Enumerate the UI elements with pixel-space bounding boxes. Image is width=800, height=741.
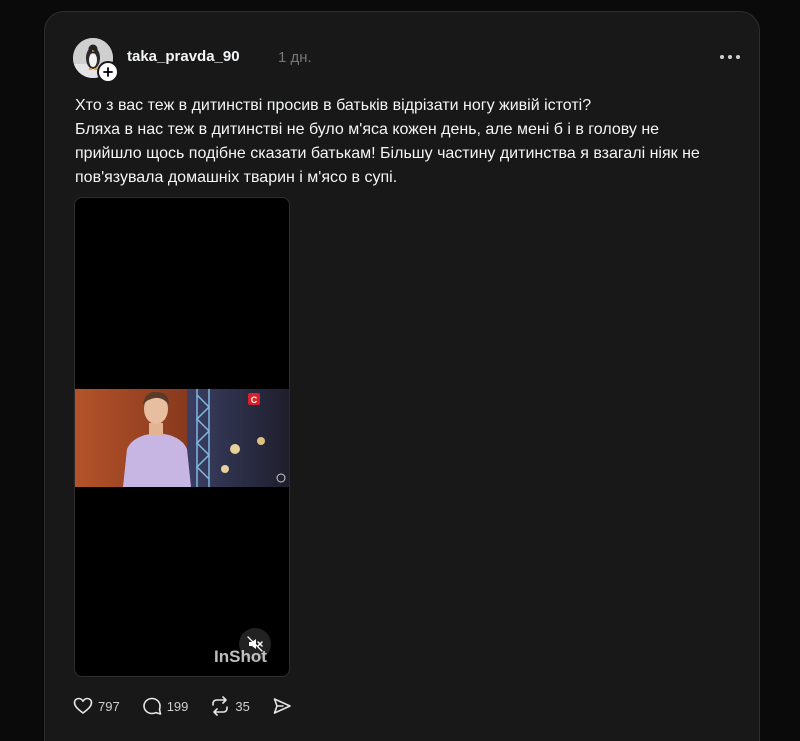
comment-button[interactable]: 199: [142, 696, 189, 716]
repost-icon: [212, 696, 229, 716]
send-icon: [273, 698, 291, 714]
follow-button[interactable]: [97, 61, 119, 83]
stb-channel-logo-icon: C: [248, 393, 260, 405]
post-text-line: пов'язувала домашніх тварин і м'ясо в су…: [75, 169, 398, 186]
like-count: 797: [98, 698, 120, 714]
repost-button[interactable]: 35: [210, 696, 250, 716]
post-text-line: Бляха в нас теж в дитинстві не було м'яс…: [75, 121, 660, 138]
avatar-wrap[interactable]: [73, 38, 119, 83]
comment-count: 199: [166, 698, 189, 714]
more-icon: [720, 55, 740, 59]
post-text-line: Хто з вас теж в дитинстві просив в батьк…: [75, 97, 592, 114]
post-text-line: прийшло щось подібне сказати батькам! Бі…: [75, 145, 700, 162]
video-frame: C: [75, 389, 289, 487]
post-time[interactable]: 1 дн.: [278, 49, 312, 66]
heart-icon: [73, 697, 93, 714]
svg-text:C: C: [251, 395, 258, 405]
plus-icon: [103, 67, 113, 77]
post-card: taka_pravda_90 1 дн. Хто з вас теж в дит…: [44, 11, 760, 741]
repost-count: 35: [235, 698, 250, 714]
video-player[interactable]: C InShot: [74, 197, 290, 677]
username-link[interactable]: taka_pravda_90: [127, 48, 240, 65]
post-text: Хто з вас теж в дитинстві просив в батьк…: [75, 94, 745, 190]
inshot-watermark: InShot: [214, 647, 267, 666]
more-options-button[interactable]: [717, 46, 743, 68]
comment-icon: [142, 697, 162, 715]
share-button[interactable]: [272, 696, 292, 716]
like-button[interactable]: 797: [73, 696, 120, 716]
post-header: taka_pravda_90 1 дн.: [73, 38, 743, 83]
post-actions: 797 199 35: [73, 694, 314, 718]
page: taka_pravda_90 1 дн. Хто з вас теж в дит…: [0, 0, 800, 741]
